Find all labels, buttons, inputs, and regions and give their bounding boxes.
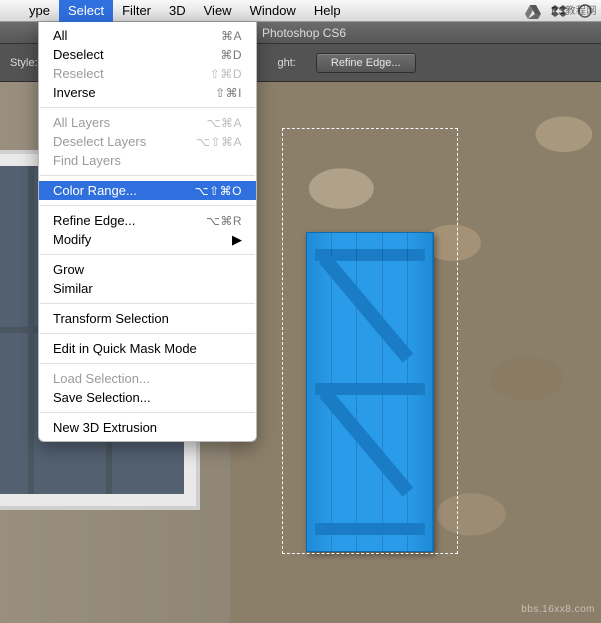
select-menu-dropdown: All⌘ADeselect⌘DReselect⇧⌘DInverse⇧⌘IAll … [38, 22, 257, 442]
menu-separator [40, 412, 255, 413]
menu-item-label: Color Range... [53, 183, 195, 198]
menu-view[interactable]: View [195, 0, 241, 22]
style-label: Style: [10, 57, 38, 69]
menu-item-all-layers: All Layers⌥⌘A [39, 113, 256, 132]
menu-item-grow[interactable]: Grow [39, 260, 256, 279]
menu-item-all[interactable]: All⌘A [39, 26, 256, 45]
menu-item-label: All [53, 28, 221, 43]
menu-item-label: Inverse [53, 85, 215, 100]
menu-item-new-3d-extrusion[interactable]: New 3D Extrusion [39, 418, 256, 437]
menu-item-label: Deselect [53, 47, 220, 62]
mac-menubar: ype Select Filter 3D View Window Help [0, 0, 601, 22]
menu-item-label: Transform Selection [53, 311, 242, 326]
menu-item-label: Load Selection... [53, 371, 242, 386]
menu-item-deselect[interactable]: Deselect⌘D [39, 45, 256, 64]
menu-item-color-range[interactable]: Color Range...⌥⇧⌘O [39, 181, 256, 200]
menu-help[interactable]: Help [305, 0, 350, 22]
menu-item-shortcut: ⇧⌘D [210, 67, 242, 81]
menu-item-label: Reselect [53, 66, 210, 81]
watermark-bottom: bbs.16xx8.com [521, 604, 595, 615]
menu-item-find-layers: Find Layers [39, 151, 256, 170]
menu-separator [40, 205, 255, 206]
menu-separator [40, 333, 255, 334]
menu-item-label: Refine Edge... [53, 213, 206, 228]
menu-item-label: Save Selection... [53, 390, 242, 405]
watermark-top: PS教程网 [551, 2, 597, 17]
image-blue-shutter [306, 232, 434, 552]
menu-window[interactable]: Window [241, 0, 305, 22]
menu-separator [40, 363, 255, 364]
menu-item-reselect: Reselect⇧⌘D [39, 64, 256, 83]
menu-item-label: Find Layers [53, 153, 242, 168]
menu-separator [40, 254, 255, 255]
menu-item-shortcut: ⌥⇧⌘A [196, 135, 242, 149]
menu-select[interactable]: Select [59, 0, 113, 22]
menu-item-shortcut: ⌥⌘A [207, 116, 242, 130]
menu-item-deselect-layers: Deselect Layers⌥⇧⌘A [39, 132, 256, 151]
submenu-arrow-icon: ▶ [232, 232, 242, 248]
refine-edge-button[interactable]: Refine Edge... [316, 53, 416, 73]
menu-item-load-selection: Load Selection... [39, 369, 256, 388]
menu-item-shortcut: ⌘D [220, 48, 242, 62]
document-title: Photoshop CS6 [262, 26, 346, 40]
menu-item-shortcut: ⇧⌘I [215, 86, 242, 100]
menu-item-shortcut: ⌥⇧⌘O [195, 184, 242, 198]
menu-item-inverse[interactable]: Inverse⇧⌘I [39, 83, 256, 102]
menu-item-similar[interactable]: Similar [39, 279, 256, 298]
menu-separator [40, 303, 255, 304]
menu-item-edit-in-quick-mask-mode[interactable]: Edit in Quick Mask Mode [39, 339, 256, 358]
menu-item-label: Deselect Layers [53, 134, 196, 149]
menu-item-modify[interactable]: Modify ▶ [39, 230, 256, 249]
menu-item-label: New 3D Extrusion [53, 420, 242, 435]
menu-item-label: Modify [53, 232, 226, 247]
menu-filter[interactable]: Filter [113, 0, 160, 22]
menu-item-label: Similar [53, 281, 242, 296]
menu-item-transform-selection[interactable]: Transform Selection [39, 309, 256, 328]
menu-item-shortcut: ⌘A [221, 29, 242, 43]
menu-item-save-selection[interactable]: Save Selection... [39, 388, 256, 407]
height-label: ght: [278, 57, 296, 69]
google-drive-icon[interactable] [525, 3, 541, 19]
menu-item-shortcut: ⌥⌘R [206, 214, 242, 228]
menu-item-label: Edit in Quick Mask Mode [53, 341, 242, 356]
menu-item-refine-edge[interactable]: Refine Edge...⌥⌘R [39, 211, 256, 230]
menu-separator [40, 175, 255, 176]
menu-separator [40, 107, 255, 108]
menu-item-label: All Layers [53, 115, 207, 130]
menu-item-label: Grow [53, 262, 242, 277]
menu-type[interactable]: ype [20, 0, 59, 22]
menu-3d[interactable]: 3D [160, 0, 195, 22]
